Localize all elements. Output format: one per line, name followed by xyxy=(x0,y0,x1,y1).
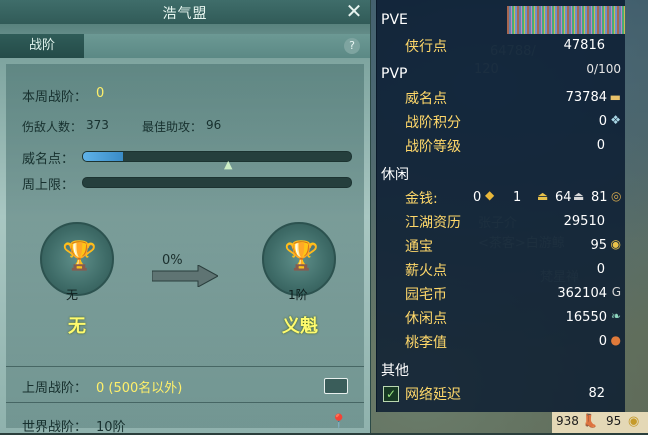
last-week-value: 0 (500名以外) xyxy=(96,381,183,396)
prestige-bar xyxy=(82,151,352,162)
weekly-cap-bar xyxy=(82,177,352,188)
footer-value-a: 938 xyxy=(556,414,579,428)
world-rank-value: 10阶 xyxy=(96,420,126,435)
copper-coin-icon: ◎ xyxy=(611,189,622,203)
current-rank-medal: 🏆 xyxy=(40,222,114,296)
pvp-item-value: 0 xyxy=(598,114,607,129)
weekly-rank-value: 0 xyxy=(96,86,105,101)
decorative-banner xyxy=(507,6,625,34)
leisure-point-icon: ❧ xyxy=(610,309,621,323)
world-rank-label: 世界战阶： xyxy=(22,420,88,435)
leisure-item-value: 16550 xyxy=(565,310,607,325)
weekly-rank-label: 本周战阶： xyxy=(22,90,88,105)
divider xyxy=(6,366,364,367)
panel-title: 浩气盟 xyxy=(162,6,208,22)
coin-icon: ◉ xyxy=(628,414,640,429)
other-item-value: 82 xyxy=(588,386,605,401)
latency-checkbox[interactable]: ✓ xyxy=(383,386,399,402)
leisure-item-label: 桃李值 xyxy=(405,335,447,351)
gold-ingot-icon: ⏏ xyxy=(537,189,549,203)
prestige-label: 威名点： xyxy=(22,152,75,167)
battle-rank-panel: 浩气盟 ✕ 战阶 ? 本周战阶： 0 伤敌人数： 373 最佳助攻： 96 威名… xyxy=(0,0,371,435)
gold-brick-icon: ◆ xyxy=(485,188,495,202)
prestige-icon: ▬ xyxy=(609,90,621,104)
pve-item-value: 47816 xyxy=(563,38,605,53)
bar-marker-icon: ▲ xyxy=(224,158,233,171)
pvp-section-title: PVP xyxy=(381,66,408,82)
next-rank-medal: 🏆 xyxy=(262,222,336,296)
footer-value-b: 95 xyxy=(606,414,622,428)
footer-currency-strip: 938 👢 95 ◉ xyxy=(552,412,648,433)
leisure-item-value: 0 xyxy=(598,334,607,349)
house-coin-icon: G xyxy=(611,285,621,299)
current-rank-big: 无 xyxy=(68,316,86,337)
silver-ingot-icon: ⏏ xyxy=(573,189,585,203)
leisure-item-label: 园宅币 xyxy=(405,287,447,303)
currency-panel: PVE 侠行点 47816 0/100 PVP 威名点 73784 ▬ 战阶积分… xyxy=(376,0,625,412)
pvp-item-value: 73784 xyxy=(565,90,607,105)
other-section-title: 其他 xyxy=(381,363,409,379)
rank-points-icon: ❖ xyxy=(610,113,621,127)
leisure-section-title: 休闲 xyxy=(381,167,409,183)
divider xyxy=(6,402,364,403)
next-rank-big: 义魁 xyxy=(282,316,318,337)
peach-icon: ● xyxy=(610,333,621,347)
pvp-item-label: 战阶等级 xyxy=(405,139,461,155)
pvp-item-value: 0 xyxy=(596,138,605,153)
assists-value: 96 xyxy=(206,118,222,132)
money-iron-value: 81 xyxy=(591,190,608,205)
money-label: 金钱: xyxy=(405,191,438,207)
leisure-item-label: 通宝 xyxy=(405,239,433,255)
tongbao-coin-icon: ◉ xyxy=(610,237,621,251)
pvp-item-label: 战阶积分 xyxy=(405,115,461,131)
leisure-item-value: 0 xyxy=(596,262,605,277)
prestige-bar-fill xyxy=(83,152,124,161)
goblet-teal-icon: 🏆 xyxy=(284,239,319,272)
money-silver-value: 1 xyxy=(513,190,522,205)
boot-icon: 👢 xyxy=(582,414,599,429)
pve-item-label: 侠行点 xyxy=(405,39,447,55)
leisure-item-label: 薪火点 xyxy=(405,263,447,279)
leisure-item-value: 29510 xyxy=(563,214,605,229)
money-copper-value: 64 xyxy=(555,190,572,205)
other-item-label: 网络延迟 xyxy=(405,387,461,403)
pve-section-title: PVE xyxy=(381,12,408,28)
map-pin-icon[interactable]: 📍 xyxy=(330,414,347,430)
next-rank-small: 1阶 xyxy=(288,288,308,302)
leisure-item-label: 江湖资历 xyxy=(405,215,461,231)
kills-value: 373 xyxy=(86,118,109,132)
tab-bar: 战阶 ? xyxy=(0,34,370,58)
current-rank-small: 无 xyxy=(66,288,79,302)
mail-icon[interactable] xyxy=(324,378,348,394)
last-week-label: 上周战阶： xyxy=(22,381,88,396)
tab-battle-rank[interactable]: 战阶 xyxy=(0,34,84,58)
kills-label: 伤敌人数： xyxy=(22,120,83,134)
leisure-item-value: 95 xyxy=(590,238,607,253)
goblet-dark-icon: 🏆 xyxy=(62,239,97,272)
pvp-item-label: 威名点 xyxy=(405,91,447,107)
leisure-item-value: 362104 xyxy=(557,286,607,301)
close-icon[interactable]: ✕ xyxy=(344,0,364,22)
money-gold-value: 0 xyxy=(473,190,482,205)
weekly-cap-label: 周上限： xyxy=(22,178,75,193)
help-icon[interactable]: ? xyxy=(344,38,360,54)
assists-label: 最佳助攻： xyxy=(142,120,203,134)
partial-progress-text: 0/100 xyxy=(586,62,621,76)
panel-titlebar: 浩气盟 ✕ xyxy=(0,0,370,24)
leisure-item-label: 休闲点 xyxy=(405,311,447,327)
arrow-right-icon xyxy=(152,265,218,287)
